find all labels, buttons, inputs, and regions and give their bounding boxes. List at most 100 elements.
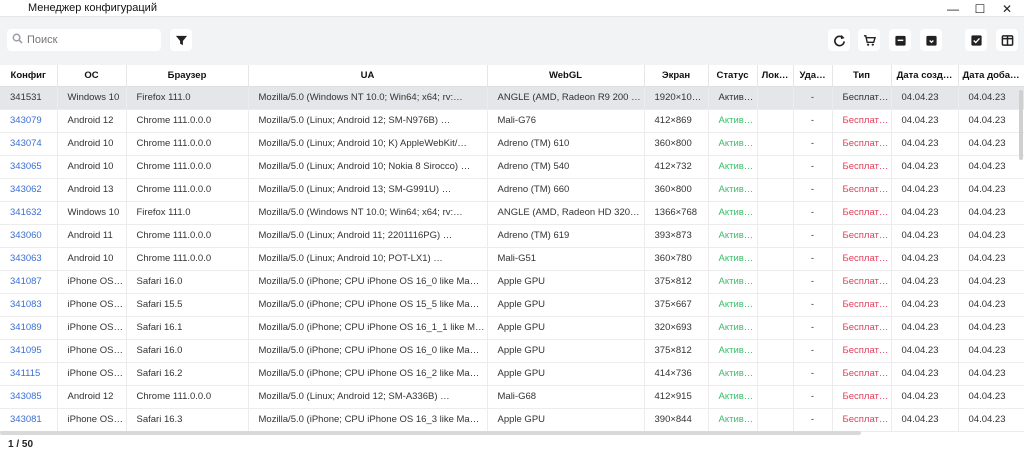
cell-lock (757, 339, 794, 363)
search-input[interactable] (27, 34, 152, 46)
table-row[interactable]: 343062 Android 13 Chrome 111.0.0.0 Mozilla/… (0, 178, 1024, 202)
cell-webgl: Apple GPU (487, 293, 645, 317)
cell-browser: Firefox 111.0 (126, 201, 249, 225)
cell-type: Бесплат… (832, 385, 892, 409)
cell-lock (757, 86, 794, 110)
cell-config[interactable]: 343085 (0, 385, 58, 409)
refresh-button[interactable] (828, 29, 850, 51)
cell-config[interactable]: 343079 (0, 109, 58, 133)
table-row[interactable]: 341089 iPhone OS… Safari 16.1 Mozilla/5.0 (… (0, 316, 1024, 340)
archive-button[interactable] (889, 29, 911, 51)
col-header-browser[interactable]: Браузер (126, 65, 249, 87)
cell-deleted: - (793, 385, 833, 409)
columns-button[interactable] (996, 29, 1018, 51)
table-row[interactable]: 341632 Windows 10 Firefox 111.0 Mozilla/5.0… (0, 201, 1024, 225)
table-row[interactable]: 343081 iPhone OS… Safari 16.3 Mozilla/5.0 (… (0, 408, 1024, 432)
maximize-button[interactable]: ☐ (969, 0, 991, 17)
col-header-status[interactable]: Статус (708, 65, 758, 87)
cell-webgl: Apple GPU (487, 316, 645, 340)
cell-ua: Mozilla/5.0 (iPhone; CPU iPhone OS 16_0 … (248, 339, 488, 363)
cell-deleted: - (793, 293, 833, 317)
cell-lock (757, 293, 794, 317)
cell-config[interactable]: 341531 (0, 86, 58, 110)
table-header: Конфиг ОС Браузер UA WebGL Экран Статус … (0, 65, 1024, 87)
cell-os: Android 13 (57, 178, 127, 202)
vertical-scrollbar[interactable] (1019, 90, 1023, 160)
col-header-ua[interactable]: UA (248, 65, 488, 87)
select-all-button[interactable] (965, 29, 987, 51)
cell-os: iPhone OS… (57, 339, 127, 363)
cell-browser: Safari 16.3 (126, 408, 249, 432)
col-header-config[interactable]: Конфиг (0, 65, 58, 87)
cell-config[interactable]: 343081 (0, 408, 58, 432)
cell-screen: 375×812 (644, 270, 709, 294)
table-row[interactable]: 341087 iPhone OS… Safari 16.0 Mozilla/5.0 (… (0, 270, 1024, 294)
table-row[interactable]: 341531 Windows 10 Firefox 111.0 Mozilla/5.0… (0, 86, 1024, 110)
cell-type: Бесплат… (832, 224, 892, 248)
cell-config[interactable]: 341089 (0, 316, 58, 340)
toolbar (0, 17, 1024, 65)
col-header-os[interactable]: ОС (57, 65, 127, 87)
filter-button[interactable] (170, 29, 192, 51)
cell-lock (757, 224, 794, 248)
col-header-type[interactable]: Тип (832, 65, 892, 87)
cell-config[interactable]: 341083 (0, 293, 58, 317)
cell-deleted: - (793, 362, 833, 386)
cell-config[interactable]: 341087 (0, 270, 58, 294)
horizontal-scrollbar[interactable] (0, 431, 861, 435)
table-row[interactable]: 341115 iPhone OS… Safari 16.2 Mozilla/5.0 (… (0, 362, 1024, 386)
cell-screen: 412×869 (644, 109, 709, 133)
cell-screen: 393×873 (644, 224, 709, 248)
col-header-created[interactable]: Дата созд… (891, 65, 959, 87)
table-row[interactable]: 341095 iPhone OS… Safari 16.0 Mozilla/5.0 (… (0, 339, 1024, 363)
col-header-lock[interactable]: Лок… (757, 65, 794, 87)
cell-config[interactable]: 343063 (0, 247, 58, 271)
col-header-screen[interactable]: Экран (644, 65, 709, 87)
cell-created: 04.04.23 (891, 201, 959, 225)
cell-browser: Firefox 111.0 (126, 86, 249, 110)
table-row[interactable]: 343065 Android 10 Chrome 111.0.0.0 Mozilla/… (0, 155, 1024, 179)
cell-webgl: Apple GPU (487, 362, 645, 386)
cell-status: Актив… (708, 178, 758, 202)
table-row[interactable]: 343063 Android 10 Chrome 111.0.0.0 Mozilla/… (0, 247, 1024, 271)
table-row[interactable]: 343079 Android 12 Chrome 111.0.0.0 Mozilla/… (0, 109, 1024, 133)
cell-browser: Chrome 111.0.0.0 (126, 385, 249, 409)
cell-ua: Mozilla/5.0 (Windows NT 10.0; Win64; x64… (248, 86, 488, 110)
col-header-added[interactable]: Дата доба… (958, 65, 1024, 87)
archive-alt-button[interactable] (920, 29, 942, 51)
cell-config[interactable]: 341632 (0, 201, 58, 225)
cell-screen: 360×800 (644, 132, 709, 156)
cell-added: 04.04.23 (958, 385, 1024, 409)
search-box[interactable] (7, 29, 161, 51)
cell-browser: Chrome 111.0.0.0 (126, 224, 249, 248)
cell-status: Актив… (708, 247, 758, 271)
table-row[interactable]: 343074 Android 10 Chrome 111.0.0.0 Mozilla/… (0, 132, 1024, 156)
cell-created: 04.04.23 (891, 109, 959, 133)
cell-type: Бесплат… (832, 339, 892, 363)
cell-webgl: Apple GPU (487, 339, 645, 363)
col-header-webgl[interactable]: WebGL (487, 65, 645, 87)
cell-ua: Mozilla/5.0 (Linux; Android 12; SM-A336B… (248, 385, 488, 409)
cell-config[interactable]: 343060 (0, 224, 58, 248)
search-icon (7, 33, 27, 47)
table-row[interactable]: 341083 iPhone OS… Safari 15.5 Mozilla/5.0 (… (0, 293, 1024, 317)
cell-config[interactable]: 341115 (0, 362, 58, 386)
minimize-button[interactable]: — (942, 0, 964, 17)
cell-added: 04.04.23 (958, 339, 1024, 363)
cell-config[interactable]: 341095 (0, 339, 58, 363)
table-row[interactable]: 343060 Android 11 Chrome 111.0.0.0 Mozilla/… (0, 224, 1024, 248)
cell-screen: 390×844 (644, 408, 709, 432)
cell-config[interactable]: 343065 (0, 155, 58, 179)
cell-deleted: - (793, 270, 833, 294)
cell-created: 04.04.23 (891, 178, 959, 202)
close-button[interactable]: ✕ (996, 0, 1018, 17)
cell-config[interactable]: 343062 (0, 178, 58, 202)
cell-browser: Chrome 111.0.0.0 (126, 155, 249, 179)
cell-lock (757, 362, 794, 386)
cell-added: 04.04.23 (958, 247, 1024, 271)
cell-config[interactable]: 343074 (0, 132, 58, 156)
col-header-deleted[interactable]: Уда… (793, 65, 833, 87)
table-row[interactable]: 343085 Android 12 Chrome 111.0.0.0 Mozilla/… (0, 385, 1024, 409)
cell-lock (757, 385, 794, 409)
cart-button[interactable] (858, 29, 880, 51)
